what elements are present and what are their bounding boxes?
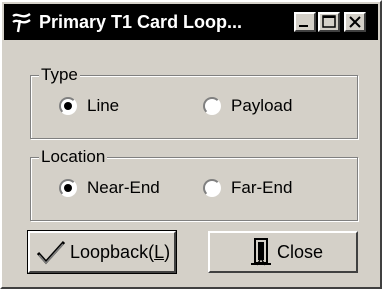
close-window-button[interactable] — [344, 12, 366, 32]
checkmark-icon — [36, 240, 66, 265]
loopback-label: Loopback( — [70, 241, 155, 262]
door-exit-icon — [250, 238, 271, 266]
radio-near-end-circle[interactable] — [59, 179, 77, 197]
loopback-close-paren: ) — [164, 241, 171, 262]
maximize-button[interactable] — [318, 12, 340, 32]
radio-near-end[interactable]: Near-End — [59, 178, 160, 198]
radio-payload-circle[interactable] — [203, 97, 221, 115]
squiggle-app-icon — [12, 12, 31, 33]
radio-far-end-circle[interactable] — [203, 179, 221, 197]
dialog-window: Primary T1 Card Loop... Type Line Payloa… — [0, 0, 382, 289]
radio-far-end-label: Far-End — [231, 178, 293, 197]
type-groupbox: Type Line Payload — [30, 65, 358, 139]
radio-payload[interactable]: Payload — [203, 96, 292, 116]
radio-near-end-label: Near-End — [87, 178, 160, 197]
close-x-icon — [349, 16, 361, 28]
loopback-accelerator: L — [154, 241, 165, 262]
title-bar[interactable]: Primary T1 Card Loop... — [4, 4, 378, 40]
location-legend: Location — [39, 147, 108, 167]
type-legend: Type — [39, 65, 80, 85]
window-title: Primary T1 Card Loop... — [39, 12, 243, 32]
maximize-icon — [322, 15, 336, 28]
minimize-button[interactable] — [294, 12, 316, 32]
radio-line[interactable]: Line — [59, 96, 119, 116]
location-groupbox: Location Near-End Far-End — [30, 147, 358, 221]
minimize-icon — [299, 25, 308, 27]
radio-payload-label: Payload — [231, 96, 293, 115]
close-button[interactable]: Close — [208, 231, 358, 273]
radio-line-label: Line — [87, 96, 120, 115]
radio-far-end[interactable]: Far-End — [203, 178, 292, 198]
loopback-button[interactable]: Loopback(L) — [27, 230, 177, 274]
close-label: Close — [276, 241, 324, 262]
radio-line-circle[interactable] — [59, 97, 77, 115]
